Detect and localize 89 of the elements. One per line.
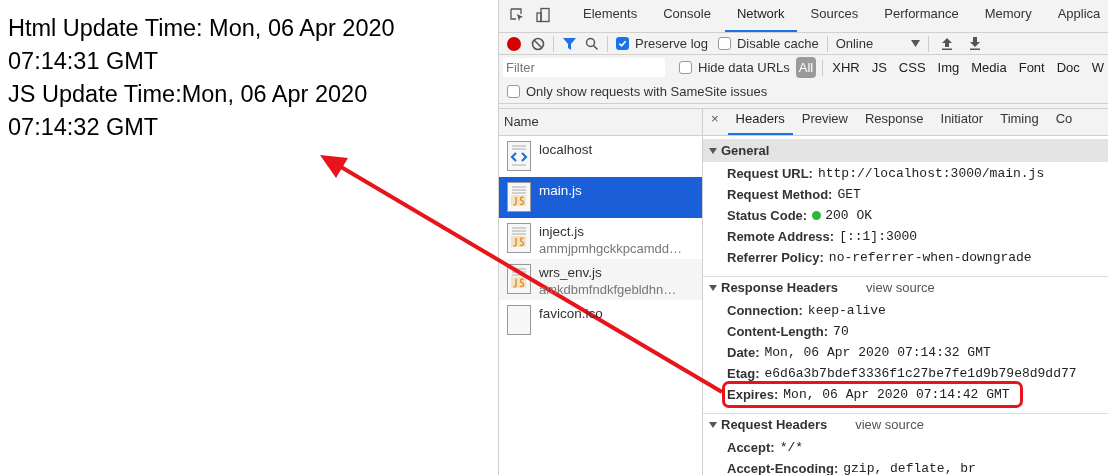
type-filter[interactable]: Font (1015, 56, 1048, 79)
section-header[interactable]: Request Headers view source (703, 413, 1108, 436)
inspect-icon[interactable] (509, 7, 525, 23)
record-button[interactable] (507, 36, 521, 51)
file-name: wrs_env.js (539, 264, 603, 281)
devtools-tab[interactable]: Applica (1045, 0, 1108, 32)
filter-field[interactable]: Filter (503, 58, 665, 77)
header-value: 200 OK (825, 206, 872, 225)
detail-tab[interactable]: Timing (992, 108, 1047, 135)
section-header[interactable]: General (703, 139, 1108, 162)
request-row[interactable]: main.js (499, 177, 702, 218)
header-name: Request Method: (727, 185, 833, 204)
checkbox-label: Disable cache (737, 34, 819, 53)
close-button[interactable]: × (711, 108, 727, 135)
header-value: Mon, 06 Apr 2020 07:14:42 GMT (783, 385, 1010, 404)
devtools-tab[interactable]: Console (651, 0, 723, 32)
detail-tab[interactable]: Co (1047, 108, 1081, 135)
header-name: Request URL: (727, 164, 813, 183)
view-source-link[interactable]: view source (855, 415, 924, 435)
upload-icon[interactable] (940, 37, 953, 50)
header-name: Accept-Encoding: (727, 459, 839, 475)
header-name: Referrer Policy: (727, 248, 824, 267)
devtools-tab[interactable]: Network (724, 0, 797, 32)
type-filter[interactable]: Img (934, 56, 963, 79)
clear-icon[interactable] (531, 36, 545, 51)
header-value: GET (837, 185, 861, 204)
file-name: main.js (539, 182, 582, 199)
header-name: Date: (727, 343, 760, 362)
header-value: keep-alive (807, 301, 886, 320)
devtools-tab[interactable]: Memory (972, 0, 1044, 32)
header-value: 70 (833, 322, 849, 341)
view-source-link[interactable]: view source (866, 278, 935, 298)
header-name: Content-Length: (727, 322, 829, 341)
checkbox-label: Preserve log (635, 34, 708, 53)
page-text: JS Update Time:Mon, 06 Apr 2020 07:14:32 GMT (8, 80, 369, 142)
triangle-icon (709, 147, 717, 154)
triangle-icon (709, 285, 717, 291)
type-filter[interactable]: Media (968, 56, 1010, 79)
html-file-icon (507, 141, 531, 171)
file-name: inject.js (539, 223, 585, 240)
search-icon[interactable] (585, 36, 599, 51)
section-title: Response Headers (721, 279, 839, 298)
header-value: */* (779, 438, 804, 457)
file-icon (507, 305, 531, 335)
type-filter[interactable]: JS (868, 56, 890, 79)
section-header[interactable]: Response Headers view source (703, 276, 1108, 299)
header-name: Etag: (727, 364, 760, 383)
header-value: no-referrer-when-downgrade (828, 248, 1032, 267)
file-origin: ammjpmhgckkpcamdd… (539, 240, 683, 257)
device-icon[interactable] (535, 7, 551, 23)
header-value: http://localhost:3000/main.js (817, 164, 1045, 183)
header-name: Remote Address: (727, 227, 835, 246)
devtools-tab[interactable]: Sources (798, 0, 871, 32)
filter-icon[interactable] (562, 36, 577, 51)
header-value: gzip, deflate, br (843, 459, 976, 475)
header-value: Mon, 06 Apr 2020 07:14:32 GMT (764, 343, 991, 362)
detail-tab[interactable]: Response (857, 108, 932, 135)
type-filter[interactable]: CSS (895, 56, 929, 79)
column-header: Name (499, 109, 702, 136)
triangle-icon (709, 422, 717, 428)
checkbox-label: Hide data URLs (698, 58, 790, 77)
header-name: Expires: (727, 385, 779, 404)
checkbox[interactable] (616, 37, 629, 50)
header-name: Connection: (727, 301, 803, 320)
js-file-icon (507, 182, 531, 212)
type-filter[interactable]: W (1088, 56, 1108, 79)
detail-tab[interactable]: Initiator (932, 108, 992, 135)
js-file-icon (507, 223, 531, 253)
section-title: General (721, 141, 770, 160)
type-filter[interactable]: Doc (1053, 56, 1083, 79)
header-value: e6d6a3b7bdef3336f1c27be7fe1d9b79e8d9dd77 (764, 364, 1077, 383)
caret-icon (910, 40, 920, 47)
devtools-tab[interactable]: Elements (571, 0, 650, 32)
file-name: localhost (539, 141, 593, 158)
checkbox[interactable] (679, 61, 692, 74)
checkbox-label: Only show requests with SameSite issues (526, 82, 768, 101)
download-icon[interactable] (968, 37, 981, 50)
devtools-tab[interactable]: Performance (872, 0, 971, 32)
header-name: Accept: (727, 438, 775, 457)
checkbox[interactable] (507, 85, 520, 98)
detail-tab[interactable]: Preview (793, 108, 856, 135)
type-filter[interactable]: XHR (829, 56, 863, 79)
checkbox[interactable] (718, 37, 731, 50)
section-title: Request Headers (721, 416, 828, 435)
header-name: Status Code: (727, 206, 808, 225)
header-value: [::1]:3000 (839, 227, 918, 246)
page-text: Html Update Time: Mon, 06 Apr 2020 07:14:31 GMT (8, 14, 396, 76)
throttling-dropdown[interactable]: Online (835, 33, 920, 54)
detail-tab[interactable]: Headers (727, 108, 793, 135)
